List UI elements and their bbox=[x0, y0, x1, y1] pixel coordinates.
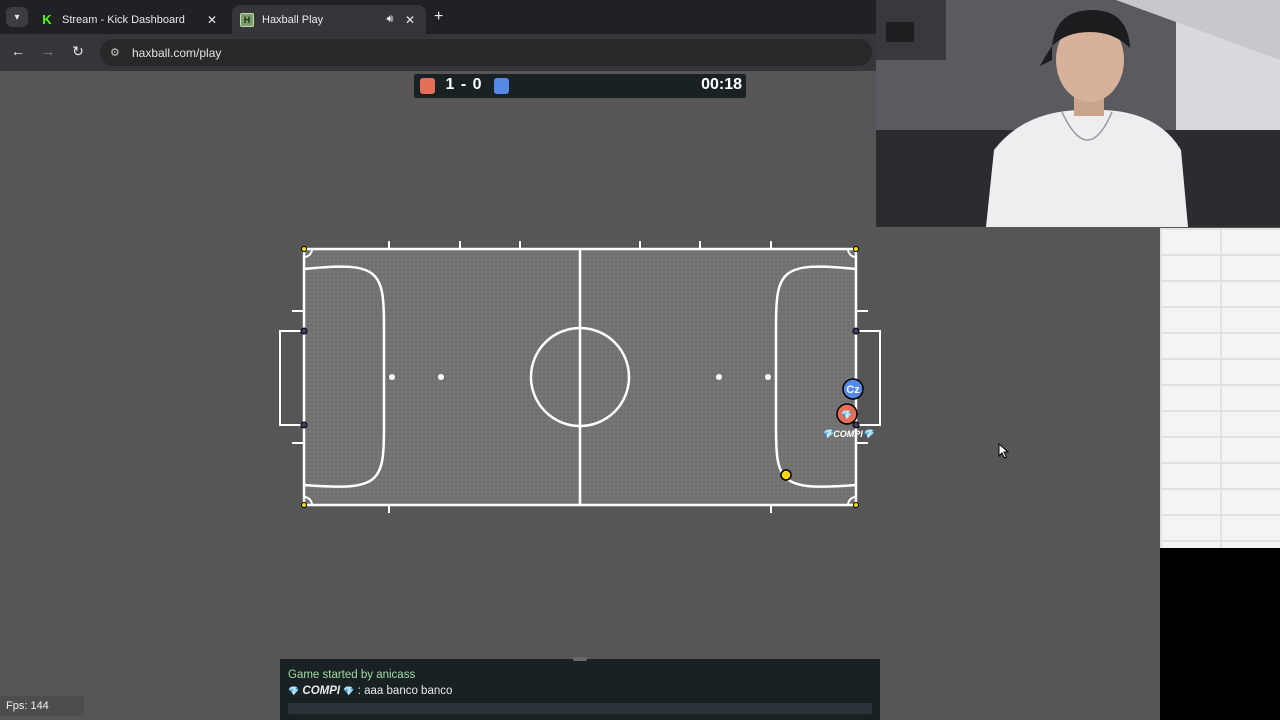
kick-logo-icon: K bbox=[42, 12, 52, 27]
reload-button[interactable]: ↻ bbox=[69, 43, 87, 60]
chat-resize-handle[interactable] bbox=[573, 657, 587, 661]
tab-haxball-play[interactable]: H Haxball Play 🔊︎ ✕ bbox=[232, 5, 426, 34]
close-icon[interactable]: ✕ bbox=[204, 13, 220, 27]
player-blue: Cz bbox=[842, 378, 864, 400]
haxball-logo-icon: H bbox=[240, 12, 254, 27]
diamond-icon: 💎 bbox=[288, 686, 300, 696]
player-avatar: Cz bbox=[846, 384, 860, 396]
chat-input[interactable] bbox=[288, 703, 872, 714]
browser-toolbar: ← → ↻ ⚙︎ haxball.com/play bbox=[0, 34, 876, 71]
tab-title: Haxball Play bbox=[262, 13, 324, 26]
red-team-indicator bbox=[420, 78, 435, 94]
mouse-cursor-icon bbox=[998, 443, 1010, 459]
speaker-icon[interactable]: 🔊︎ bbox=[382, 13, 398, 26]
tab-kick-dashboard[interactable]: K Stream - Kick Dashboard ✕ bbox=[32, 5, 228, 34]
brick-wall-background bbox=[1160, 228, 1280, 548]
plus-icon: + bbox=[434, 8, 444, 25]
side-panel bbox=[1160, 548, 1280, 720]
close-icon[interactable]: ✕ bbox=[402, 13, 418, 27]
ball bbox=[780, 469, 792, 481]
blue-team-indicator bbox=[494, 78, 509, 94]
chevron-down-icon: ▾ bbox=[14, 11, 20, 23]
webcam-overlay bbox=[876, 0, 1280, 227]
game-field[interactable]: Cz 💎 💎COMPI💎 bbox=[270, 235, 890, 525]
tab-bar: ▾ K Stream - Kick Dashboard ✕ H Haxball … bbox=[0, 0, 876, 34]
site-settings-icon[interactable]: ⚙︎ bbox=[110, 46, 124, 59]
new-tab-button[interactable]: + bbox=[434, 8, 443, 26]
diamond-icon: 💎 bbox=[343, 686, 355, 696]
fps-counter: Fps: 144 bbox=[0, 696, 84, 716]
address-bar[interactable]: ⚙︎ haxball.com/play bbox=[100, 39, 872, 66]
player-avatar: 💎 bbox=[841, 410, 852, 420]
chat-author: COMPI bbox=[302, 685, 341, 697]
tab-title: Stream - Kick Dashboard bbox=[62, 13, 185, 26]
arrow-left-icon: ← bbox=[11, 43, 25, 59]
player-name: 💎COMPI💎 bbox=[822, 429, 876, 439]
back-button[interactable]: ← bbox=[9, 43, 27, 59]
webcam-image bbox=[876, 0, 1280, 227]
scoreboard: 1 - 0 00:18 bbox=[414, 74, 746, 98]
chat-panel: Game started by anicass 💎 COMPI 💎 : aaa … bbox=[280, 657, 880, 720]
chat-text: : aaa banco banco bbox=[357, 685, 453, 697]
score: 1 - 0 bbox=[445, 76, 483, 93]
chat-message: 💎 COMPI 💎 : aaa banco banco bbox=[288, 683, 872, 699]
forward-button[interactable]: → bbox=[39, 43, 57, 59]
tab-search-button[interactable]: ▾ bbox=[6, 7, 28, 27]
reload-icon: ↻ bbox=[72, 43, 84, 59]
match-clock: 00:18 bbox=[701, 76, 742, 93]
chat-message-system: Game started by anicass bbox=[288, 669, 416, 681]
arrow-right-icon: → bbox=[41, 43, 55, 59]
url-text: haxball.com/play bbox=[132, 45, 222, 60]
